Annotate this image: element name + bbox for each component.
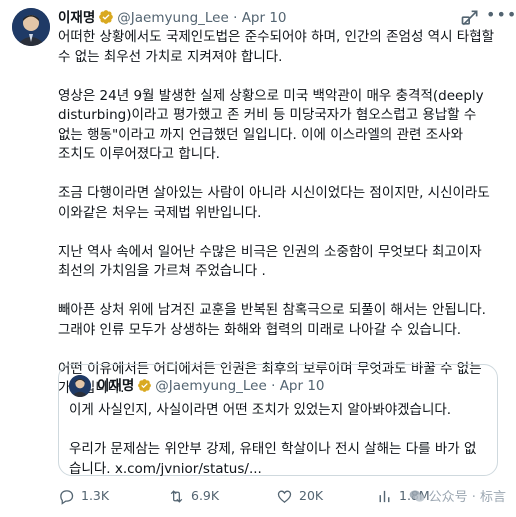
tweet-paragraph: 영상은 24년 9월 발생한 실제 상황으로 미국 백악관이 매우 충격적(de… — [58, 87, 484, 163]
author-handle[interactable]: @Jaemyung_Lee — [117, 10, 229, 26]
more-icon[interactable]: ••• — [486, 6, 516, 26]
quoted-handle: @Jaemyung_Lee — [155, 378, 267, 394]
tweet-paragraph: 어떠한 상황에서도 국제인도법은 준수되어야 하며, 인간의 존엄성 역시 타협… — [58, 29, 495, 65]
tweet-paragraph: 조금 다행이라면 살아있는 사람이 아니라 시신이었다는 점이지만, 시신이라도… — [58, 185, 490, 221]
tweet[interactable]: 이재명 @Jaemyung_Lee · Apr 10 ••• 어떠한 상황에서도 … — [0, 0, 516, 517]
grok-icon[interactable] — [460, 8, 480, 28]
like-count: 20K — [299, 488, 324, 503]
quoted-author-name: 이재명 — [97, 378, 135, 394]
views-icon — [379, 490, 390, 502]
author-name[interactable]: 이재명 — [58, 10, 95, 26]
tweet-paragraph: 빼아픈 상처 위에 남겨진 교훈을 반복된 참혹극으로 되풀이 해서는 안됩니다… — [58, 302, 486, 338]
reply-icon — [60, 489, 74, 505]
quoted-avatar[interactable] — [69, 375, 91, 397]
tweet-date[interactable]: Apr 10 — [242, 10, 287, 26]
separator: · — [233, 10, 238, 26]
quoted-line: 이게 사실인지, 사실이라면 어떤 조치가 있었는지 알아봐야겠습니다. — [69, 402, 452, 418]
quoted-header: 이재명 @Jaemyung_Lee · Apr 10 — [97, 375, 325, 397]
verified-badge-icon — [137, 378, 152, 400]
heart-icon — [277, 490, 292, 503]
reply-count: 1.3K — [81, 488, 110, 503]
like-button[interactable]: 20K — [276, 484, 323, 508]
repost-icon — [170, 489, 183, 503]
avatar[interactable] — [12, 8, 50, 46]
watermark: 公众号 · 标言 — [409, 486, 506, 505]
wechat-icon — [409, 489, 424, 502]
separator: · — [271, 378, 276, 394]
quoted-body: 이게 사실인지, 사실이라면 어떤 조치가 있었는지 알아봐야겠습니다. 우리가… — [69, 401, 485, 479]
repost-button[interactable]: 6.9K — [168, 484, 219, 508]
quoted-date: Apr 10 — [279, 378, 325, 394]
reply-button[interactable]: 1.3K — [58, 484, 109, 508]
tweet-body: 어떠한 상황에서도 국제인도법은 준수되어야 하며, 인간의 존엄성 역시 타협… — [58, 28, 498, 418]
quoted-tweet[interactable]: 이재명 @Jaemyung_Lee · Apr 10 이게 사실인지, 사실이라면… — [58, 364, 498, 479]
quoted-line: 우리가 문제삼는 위안부 강제, 유태인 학살이나 전시 살해는 다를 바가 없… — [69, 441, 477, 477]
repost-count: 6.9K — [191, 488, 220, 503]
watermark-text: 公众号 · 标言 — [428, 490, 506, 505]
tweet-paragraph: 지난 역사 속에서 일어난 수많은 비극은 인권의 소중함이 무엇보다 최고이자… — [58, 243, 482, 280]
tweet-header: 이재명 @Jaemyung_Lee · Apr 10 — [58, 8, 504, 28]
